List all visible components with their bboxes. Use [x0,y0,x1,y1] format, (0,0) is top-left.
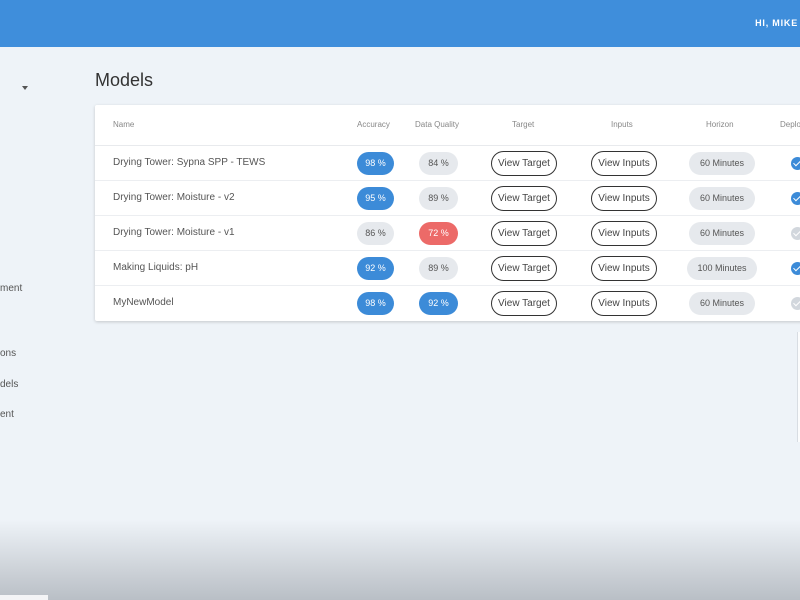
top-app-bar: HI, MIKE [0,0,800,47]
table-row[interactable]: Drying Tower: Moisture - v1 86 % 72 % View … [95,216,800,251]
column-header-name[interactable]: Name [113,120,134,129]
data-quality-badge: 72 % [419,222,458,245]
deployed-check-icon[interactable] [791,262,800,275]
sidebar-item-4[interactable]: ent [0,409,14,420]
data-quality-badge: 89 % [419,257,458,280]
sidebar-item-2[interactable]: ons [0,348,16,359]
accuracy-badge: 92 % [357,257,394,280]
horizon-badge: 60 Minutes [689,292,755,315]
table-row[interactable]: Drying Tower: Moisture - v2 95 % 89 % View … [95,181,800,216]
view-target-button[interactable]: View Target [491,151,557,176]
view-inputs-button[interactable]: View Inputs [591,186,657,211]
chevron-down-icon[interactable] [22,86,28,90]
page-title: Models [95,70,154,90]
view-inputs-button[interactable]: View Inputs [591,256,657,281]
user-greeting[interactable]: HI, MIKE [755,18,798,28]
column-header-accuracy[interactable]: Accuracy [357,120,390,129]
column-header-horizon[interactable]: Horizon [706,120,734,129]
view-target-button[interactable]: View Target [491,256,557,281]
column-header-target[interactable]: Target [512,120,534,129]
table-row[interactable]: MyNewModel 98 % 92 % View Target View Inputs… [95,286,800,321]
data-quality-badge: 84 % [419,152,458,175]
model-name[interactable]: MyNewModel [113,297,174,308]
sidebar [0,47,60,600]
accuracy-badge: 95 % [357,187,394,210]
deployed-check-icon[interactable] [791,227,800,240]
view-target-button[interactable]: View Target [491,291,557,316]
horizon-badge: 60 Minutes [689,152,755,175]
bottom-bar [0,595,48,600]
table-row[interactable]: Drying Tower: Sypna SPP - TEWS 98 % 84 % Vi… [95,146,800,181]
model-name[interactable]: Making Liquids: pH [113,262,198,273]
column-header-deployed[interactable]: Deplo [780,120,800,129]
bottom-shadow [0,520,800,600]
table-header: Name Accuracy Data Quality Target Inputs… [95,105,800,146]
column-header-inputs[interactable]: Inputs [611,120,633,129]
deployed-check-icon[interactable] [791,157,800,170]
accuracy-badge: 86 % [357,222,394,245]
data-quality-badge: 92 % [419,292,458,315]
view-inputs-button[interactable]: View Inputs [591,221,657,246]
view-target-button[interactable]: View Target [491,186,557,211]
sidebar-item-models[interactable]: dels [0,379,18,390]
view-target-button[interactable]: View Target [491,221,557,246]
horizon-badge: 60 Minutes [689,222,755,245]
table-row[interactable]: Making Liquids: pH 92 % 89 % View Target Vie… [95,251,800,286]
model-name[interactable]: Drying Tower: Sypna SPP - TEWS [113,157,265,168]
data-quality-badge: 89 % [419,187,458,210]
column-header-data-quality[interactable]: Data Quality [415,120,459,129]
accuracy-badge: 98 % [357,292,394,315]
sidebar-item-1[interactable]: ment [0,283,22,294]
deployed-check-icon[interactable] [791,192,800,205]
horizon-badge: 60 Minutes [689,187,755,210]
horizon-badge: 100 Minutes [687,257,757,280]
model-name[interactable]: Drying Tower: Moisture - v1 [113,227,235,238]
models-table: Name Accuracy Data Quality Target Inputs… [95,105,800,321]
view-inputs-button[interactable]: View Inputs [591,291,657,316]
model-name[interactable]: Drying Tower: Moisture - v2 [113,192,235,203]
accuracy-badge: 98 % [357,152,394,175]
view-inputs-button[interactable]: View Inputs [591,151,657,176]
deployed-check-icon[interactable] [791,297,800,310]
